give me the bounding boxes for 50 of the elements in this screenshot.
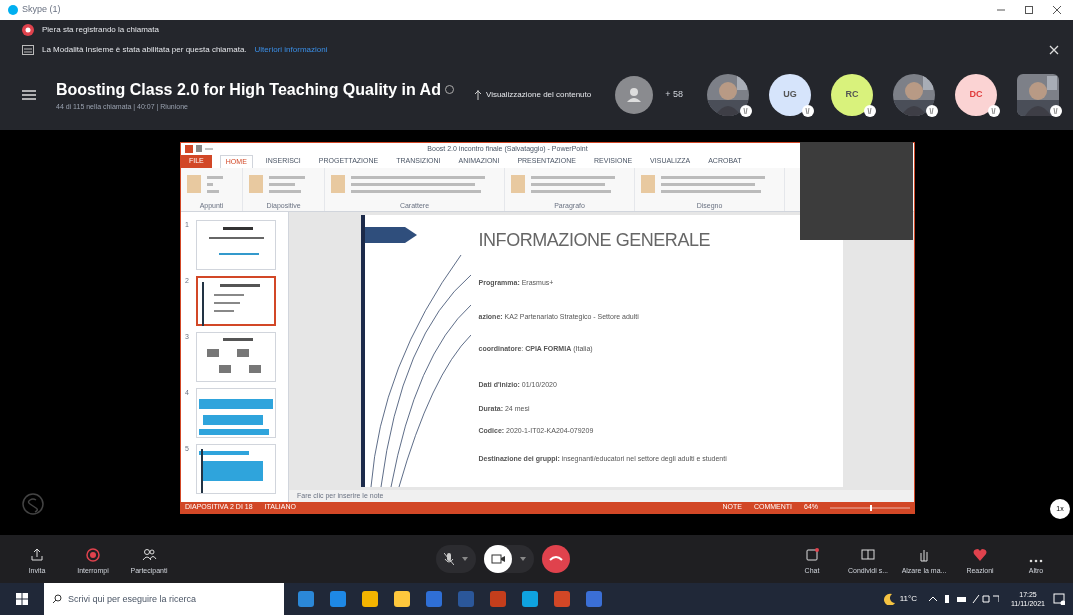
window-title: Skype (1) bbox=[22, 3, 61, 17]
menu-icon[interactable] bbox=[22, 90, 36, 100]
temperature: 11°C bbox=[899, 593, 917, 605]
avatar-icon[interactable] bbox=[615, 76, 654, 114]
end-call-icon[interactable] bbox=[541, 545, 570, 573]
record-icon bbox=[85, 546, 101, 563]
caret-icon bbox=[519, 557, 526, 561]
banner-text: Piera sta registrando la chiamata bbox=[42, 24, 159, 36]
info-link[interactable]: Ulteriori informazioni bbox=[254, 44, 328, 56]
zoom-slider-icon[interactable] bbox=[830, 504, 910, 511]
grid-icon bbox=[22, 45, 34, 55]
muted-mic-icon bbox=[988, 105, 1000, 117]
heart-icon bbox=[972, 546, 988, 563]
video-control[interactable] bbox=[483, 545, 534, 573]
initials-avatar[interactable]: UG bbox=[769, 74, 811, 116]
mic-control[interactable] bbox=[435, 545, 476, 573]
participant-count: + 58 bbox=[665, 88, 683, 102]
call-title: Boosting Class 2.0 for High Teaching Quality in Ad bbox=[56, 79, 441, 100]
banner-text: La Modalità Insieme è stata abilitata per questa chiamata. bbox=[42, 44, 247, 56]
settings-icon[interactable] bbox=[444, 85, 454, 95]
muted-mic-icon bbox=[864, 105, 876, 117]
maximize-icon[interactable] bbox=[1025, 6, 1033, 14]
content-view-button[interactable]: Visualizzazione del contenuto bbox=[473, 89, 592, 101]
windows-start-icon[interactable] bbox=[16, 593, 28, 605]
muted-mic-icon bbox=[926, 105, 938, 117]
upload-icon bbox=[29, 546, 45, 563]
more-icon bbox=[1028, 558, 1044, 563]
caret-icon bbox=[461, 557, 468, 561]
initials-avatar[interactable]: RC bbox=[831, 74, 873, 116]
muted-mic-icon bbox=[1050, 105, 1062, 117]
taskbar-app-icon[interactable] bbox=[394, 591, 410, 607]
search-field[interactable]: Scrivi qui per eseguire la ricerca bbox=[44, 583, 284, 615]
slide-title: INFORMAZIONE GENERALE bbox=[478, 229, 712, 252]
chat-icon bbox=[804, 546, 820, 563]
muted-mic-icon bbox=[443, 552, 454, 566]
muted-mic-icon bbox=[802, 105, 814, 117]
screen-icon bbox=[860, 546, 876, 563]
hand-icon bbox=[473, 90, 482, 100]
recording-icon bbox=[22, 24, 34, 36]
camera-icon bbox=[483, 545, 512, 573]
close-icon[interactable] bbox=[1053, 6, 1061, 14]
notifications-icon[interactable] bbox=[1053, 593, 1065, 605]
quick-access-icon[interactable] bbox=[185, 145, 215, 153]
moon-icon bbox=[883, 593, 896, 605]
system-tray-icons[interactable] bbox=[929, 594, 999, 604]
people-icon bbox=[141, 546, 157, 563]
app-logo-icon bbox=[8, 5, 18, 15]
muted-mic-icon bbox=[740, 105, 752, 117]
app-logo-icon bbox=[22, 493, 44, 515]
search-icon bbox=[52, 594, 62, 604]
